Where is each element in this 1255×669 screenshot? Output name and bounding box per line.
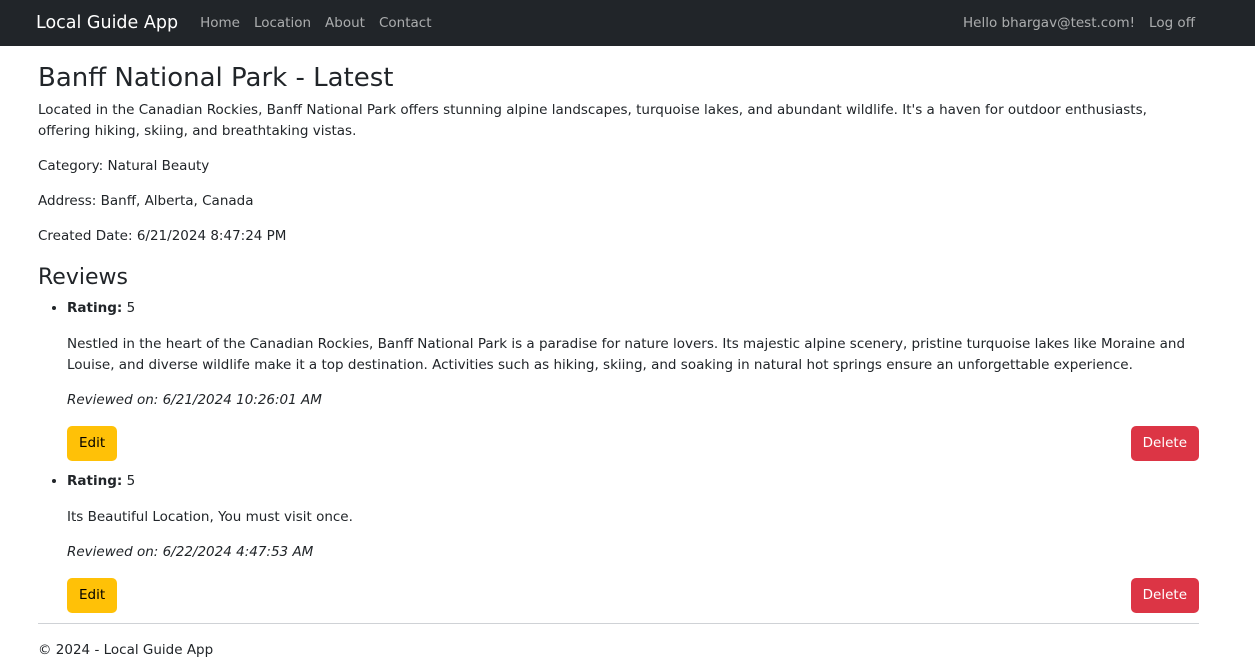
place-description: Located in the Canadian Rockies, Banff N… bbox=[38, 102, 1147, 140]
review-actions: Edit Delete bbox=[38, 577, 1199, 613]
review-rating: Rating: 5 bbox=[67, 471, 1199, 492]
footer: © 2024 - Local Guide App bbox=[38, 624, 1199, 661]
rating-label: Rating: bbox=[67, 472, 123, 489]
delete-review-button[interactable]: Delete bbox=[1130, 425, 1199, 461]
nav-link-about[interactable]: About bbox=[325, 15, 365, 31]
nav-link-location[interactable]: Location bbox=[254, 15, 311, 31]
logoff-link[interactable]: Log off bbox=[1149, 15, 1195, 31]
review-list: Rating: 5 Nestled in the heart of the Ca… bbox=[38, 298, 1199, 613]
review-rating: Rating: 5 bbox=[67, 298, 1199, 319]
place-created-date: Created Date: 6/21/2024 8:47:24 PM bbox=[38, 228, 287, 245]
edit-review-button[interactable]: Edit bbox=[67, 425, 118, 461]
review-item: Rating: 5 Nestled in the heart of the Ca… bbox=[67, 298, 1199, 461]
review-date: Reviewed on: 6/21/2024 10:26:01 AM bbox=[67, 391, 322, 408]
place-address: Address: Banff, Alberta, Canada bbox=[38, 193, 254, 210]
delete-review-button[interactable]: Delete bbox=[1130, 577, 1199, 613]
main-content: Banff National Park - Latest Located in … bbox=[0, 63, 1255, 661]
rating-value: 5 bbox=[126, 299, 136, 316]
review-text: Its Beautiful Location, You must visit o… bbox=[67, 508, 353, 525]
top-navbar: Local Guide App Home Location About Cont… bbox=[0, 0, 1255, 46]
user-nav: Hello bhargav@test.com! Log off bbox=[963, 15, 1195, 31]
rating-value: 5 bbox=[126, 472, 136, 489]
page-title: Banff National Park - Latest bbox=[38, 63, 394, 93]
nav-link-contact[interactable]: Contact bbox=[379, 15, 432, 31]
reviews-heading: Reviews bbox=[38, 265, 128, 291]
user-greeting-link[interactable]: Hello bhargav@test.com! bbox=[963, 15, 1135, 31]
review-text: Nestled in the heart of the Canadian Roc… bbox=[67, 335, 1186, 373]
nav-link-home[interactable]: Home bbox=[200, 15, 240, 31]
place-category: Category: Natural Beauty bbox=[38, 158, 210, 175]
review-date: Reviewed on: 6/22/2024 4:47:53 AM bbox=[67, 543, 314, 560]
review-actions: Edit Delete bbox=[38, 425, 1199, 461]
brand-link[interactable]: Local Guide App bbox=[36, 13, 178, 33]
rating-label: Rating: bbox=[67, 299, 123, 316]
nav-links: Home Location About Contact bbox=[200, 15, 431, 31]
edit-review-button[interactable]: Edit bbox=[67, 577, 118, 613]
review-item: Rating: 5 Its Beautiful Location, You mu… bbox=[67, 471, 1199, 613]
footer-copyright: © 2024 - Local Guide App bbox=[38, 641, 214, 658]
